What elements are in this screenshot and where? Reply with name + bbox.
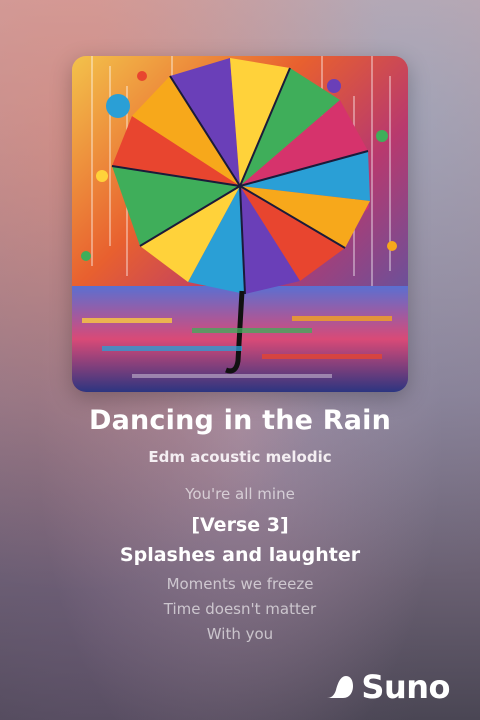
lyric-line: You're all mine xyxy=(185,485,295,503)
lyric-line-active: [Verse 3] xyxy=(191,514,289,536)
lyric-line: With you xyxy=(206,625,274,643)
suno-logo-icon xyxy=(327,676,354,698)
suno-logo: Suno xyxy=(325,668,450,706)
album-artwork xyxy=(72,56,408,392)
song-title: Dancing in the Rain xyxy=(88,405,392,436)
brand-name: Suno xyxy=(361,668,450,706)
lyric-line-active: Splashes and laughter xyxy=(119,544,361,566)
song-style: Edm acoustic melodic xyxy=(148,448,332,466)
lyric-line: Time doesn't matter xyxy=(163,600,317,618)
lyric-line: Moments we freeze xyxy=(166,575,314,593)
